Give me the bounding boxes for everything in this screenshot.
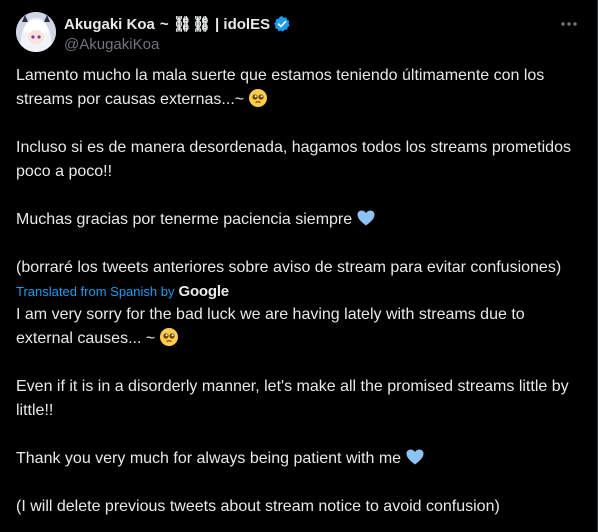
translated-paragraph-4: (I will delete previous tweets about str… bbox=[16, 498, 500, 515]
original-paragraph-1: Lamento mucho la mala suerte que estamos… bbox=[16, 64, 582, 112]
display-name-suffix[interactable]: ~ ⛓⛓ | idolES bbox=[160, 15, 270, 33]
original-paragraph-4: (borraré los tweets anteriores sobre avi… bbox=[16, 259, 562, 276]
translated-paragraph-3: Thank you very much for always being pat… bbox=[16, 447, 582, 471]
display-name[interactable]: Akugaki Koa bbox=[64, 16, 155, 33]
google-logo: Google bbox=[178, 283, 229, 300]
pleading-face-emoji-icon bbox=[248, 88, 268, 108]
avatar[interactable] bbox=[16, 12, 56, 52]
verified-badge-icon bbox=[273, 15, 291, 33]
original-paragraph-3: Muchas gracias por tenerme paciencia sie… bbox=[16, 208, 582, 232]
original-text-3: Muchas gracias por tenerme paciencia sie… bbox=[16, 211, 353, 228]
tweet-header: Akugaki Koa ~ ⛓⛓ | idolES @AkugakiKoa bbox=[16, 12, 581, 54]
original-paragraph-2: Incluso si es de manera desordenada, hag… bbox=[16, 139, 571, 180]
more-horizontal-icon bbox=[561, 22, 577, 26]
more-options-button[interactable] bbox=[557, 14, 581, 34]
display-name-row[interactable]: Akugaki Koa ~ ⛓⛓ | idolES bbox=[64, 14, 291, 34]
author-handle[interactable]: @AkugakiKoa bbox=[64, 35, 291, 55]
blue-heart-emoji-icon bbox=[405, 447, 425, 467]
author-block: Akugaki Koa ~ ⛓⛓ | idolES @AkugakiKoa bbox=[64, 14, 291, 55]
translated-text-3: Thank you very much for always being pat… bbox=[16, 450, 402, 467]
translated-text-1: I am very sorry for the bad luck we are … bbox=[16, 306, 525, 347]
original-text-1: Lamento mucho la mala suerte que estamos… bbox=[16, 67, 545, 108]
translated-paragraph-1: I am very sorry for the bad luck we are … bbox=[16, 303, 582, 351]
translated-paragraph-2: Even if it is in a disorderly manner, le… bbox=[16, 378, 569, 419]
translation-attribution: Translated from Spanish by Google bbox=[16, 281, 582, 303]
pleading-face-emoji-icon bbox=[159, 327, 179, 347]
avatar-image-icon bbox=[16, 12, 56, 52]
blue-heart-emoji-icon bbox=[356, 208, 376, 228]
tweet-card: Akugaki Koa ~ ⛓⛓ | idolES @AkugakiKoa La… bbox=[0, 0, 598, 532]
tweet-body: Lamento mucho la mala suerte que estamos… bbox=[16, 64, 582, 519]
translated-from-label[interactable]: Translated from Spanish by bbox=[16, 280, 174, 304]
